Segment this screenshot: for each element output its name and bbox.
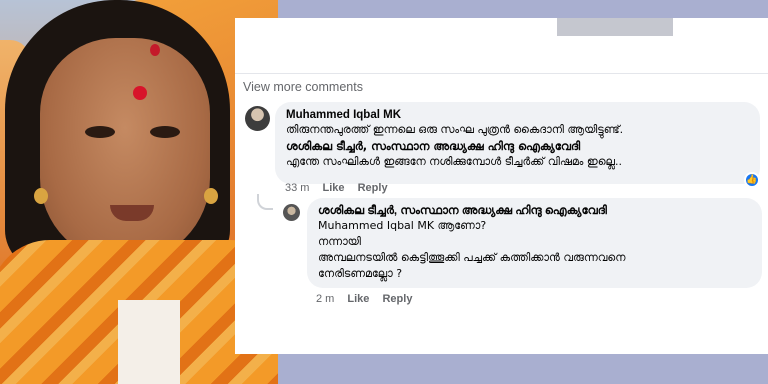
photo-sindoor [150, 44, 160, 56]
avatar[interactable] [245, 106, 270, 131]
comment-actions: 2 m Like Reply [316, 293, 422, 305]
thread-connector [257, 194, 273, 210]
reply-bubble: ശശികല ടീച്ചർ, സംസ്ഥാന അദ്ധ്യക്ഷ ഹിന്ദു ഐ… [307, 198, 762, 288]
view-more-comments-link[interactable]: View more comments [243, 80, 363, 94]
thumbs-up-icon[interactable]: 👍 [744, 172, 760, 188]
comment-text-line: എന്തേ സംഘികൾ ഇങ്ങനേ നശിക്കുമ്പോൾ ടീച്ചർക… [286, 155, 622, 168]
comment-bubble: Muhammed Iqbal MK തിരുനന്തപുരത്ത് ഇന്നലെ… [275, 102, 760, 184]
photo-earring-right [204, 188, 218, 204]
panel-top-strip [557, 18, 673, 36]
comment-text-line: അമ്പലനടയിൽ കെട്ടിത്തൂക്കി പച്ചക്ക് കത്തി… [318, 251, 626, 264]
photo-shirt [118, 300, 180, 384]
photo-face [40, 38, 210, 263]
reply-button[interactable]: Reply [358, 182, 388, 194]
reply-button[interactable]: Reply [382, 293, 412, 305]
divider [235, 73, 768, 74]
photo-eye-right [150, 126, 180, 138]
comment-panel: View more comments Muhammed Iqbal MK തിര… [235, 18, 768, 354]
avatar[interactable] [283, 204, 300, 221]
comment-text-line: നേരിടണമല്ലോ ? [318, 267, 403, 280]
photo-bindi [133, 86, 147, 100]
comment-text-line: നന്നായി [318, 235, 361, 248]
comment-text-line: ശശികല ടീച്ചർ, സംസ്ഥാന അദ്ധ്യക്ഷ ഹിന്ദു ഐ… [286, 139, 581, 153]
like-button[interactable]: Like [347, 293, 369, 305]
photo-eye-left [85, 126, 115, 138]
comment-text-line: Muhammed Iqbal MK ആണോ? [318, 219, 487, 232]
comment-author[interactable]: Muhammed Iqbal MK [286, 108, 749, 122]
comment-time: 2 m [316, 293, 335, 305]
like-button[interactable]: Like [323, 182, 345, 194]
comment-actions: 33 m Like Reply [285, 182, 398, 194]
comment-text-line: തിരുനന്തപുരത്ത് ഇന്നലെ ഒരു സംഘ പുത്രൻ കൈ… [286, 123, 624, 136]
comment-time: 33 m [285, 182, 310, 194]
photo-earring-left [34, 188, 48, 204]
comment-author[interactable]: ശശികല ടീച്ചർ, സംസ്ഥാന അദ്ധ്യക്ഷ ഹിന്ദു ഐ… [318, 204, 751, 218]
